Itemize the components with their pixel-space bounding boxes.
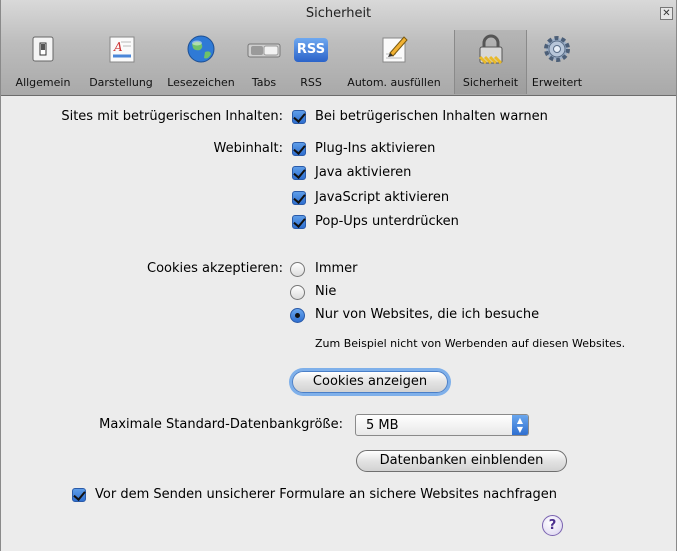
close-icon[interactable]: ✕ <box>660 7 673 20</box>
tab-label: Allgemein <box>15 76 71 89</box>
cookies-always-option: Immer <box>315 261 358 276</box>
tab-label: Sicherheit <box>462 76 519 89</box>
chevron-updown-icon: ▲ ▼ <box>512 415 528 435</box>
popups-checkbox[interactable] <box>292 215 306 229</box>
show-databases-button[interactable]: Datenbanken einblenden <box>356 450 567 472</box>
javascript-checkbox[interactable] <box>292 191 306 205</box>
tab-allgemein[interactable]: Allgemein <box>5 30 81 94</box>
globe-icon <box>187 35 215 63</box>
javascript-option: JavaScript aktivieren <box>315 190 450 205</box>
tab-label: RSS <box>300 76 322 89</box>
db-size-select[interactable]: 5 MB ▲ ▼ <box>355 414 529 436</box>
plugins-option: Plug-Ins aktivieren <box>315 141 436 156</box>
cookies-note: Zum Beispiel nicht von Werbenden auf die… <box>315 337 626 350</box>
font-icon: A <box>109 36 135 63</box>
help-icon[interactable]: ? <box>542 515 563 536</box>
tab-label: Darstellung <box>89 76 153 89</box>
cookies-never-radio[interactable] <box>290 285 305 300</box>
title-bar: Sicherheit ✕ Allgemein A Darstellung Les… <box>1 0 676 96</box>
tab-tabs[interactable]: Tabs <box>241 30 287 94</box>
db-size-value: 5 MB <box>366 418 399 433</box>
tab-darstellung[interactable]: A Darstellung <box>81 30 161 94</box>
tab-rss[interactable]: RSS RSS <box>287 30 335 94</box>
java-checkbox[interactable] <box>292 166 306 180</box>
tab-label: Autom. ausfüllen <box>347 76 441 89</box>
tab-label: Tabs <box>251 76 277 89</box>
cookies-visited-option: Nur von Websites, die ich besuche <box>315 307 540 322</box>
rss-icon: RSS <box>294 38 328 62</box>
gear-icon <box>544 36 570 62</box>
popups-option: Pop-Ups unterdrücken <box>315 214 459 229</box>
fraud-warning-checkbox[interactable] <box>292 110 306 124</box>
java-option: Java aktivieren <box>315 165 412 180</box>
cookies-never-option: Nie <box>315 284 337 299</box>
unsafe-forms-checkbox[interactable] <box>72 488 86 502</box>
lock-icon <box>478 34 502 64</box>
show-cookies-button[interactable]: Cookies anzeigen <box>292 371 448 393</box>
pencil-icon <box>382 36 408 63</box>
tab-autom-ausfuellen[interactable]: Autom. ausfüllen <box>335 30 453 94</box>
security-pane: Sites mit betrügerischen Inhalten: Bei b… <box>1 97 676 551</box>
fraud-warning-option: Bei betrügerischen Inhalten warnen <box>315 109 548 124</box>
tab-sicherheit[interactable]: Sicherheit <box>454 30 527 94</box>
preferences-window: Sicherheit ✕ Allgemein A Darstellung Les… <box>0 0 677 551</box>
fraud-label: Sites mit betrügerischen Inhalten: <box>61 109 283 124</box>
cookies-label: Cookies akzeptieren: <box>147 261 283 276</box>
window-title: Sicherheit <box>305 6 372 21</box>
plugins-checkbox[interactable] <box>292 142 306 156</box>
tab-label: Lesezeichen <box>167 76 235 89</box>
tabs-icon <box>247 43 281 58</box>
switch-icon <box>32 36 54 62</box>
db-size-label: Maximale Standard-Datenbankgröße: <box>99 417 343 432</box>
cookies-visited-radio[interactable] <box>290 308 305 323</box>
unsafe-forms-option: Vor dem Senden unsicherer Formulare an s… <box>95 487 558 502</box>
tab-erweitert[interactable]: Erweitert <box>527 30 587 94</box>
tab-lesezeichen[interactable]: Lesezeichen <box>161 30 241 94</box>
cookies-always-radio[interactable] <box>290 262 305 277</box>
tab-label: Erweitert <box>531 76 583 89</box>
webcontent-label: Webinhalt: <box>213 141 284 156</box>
